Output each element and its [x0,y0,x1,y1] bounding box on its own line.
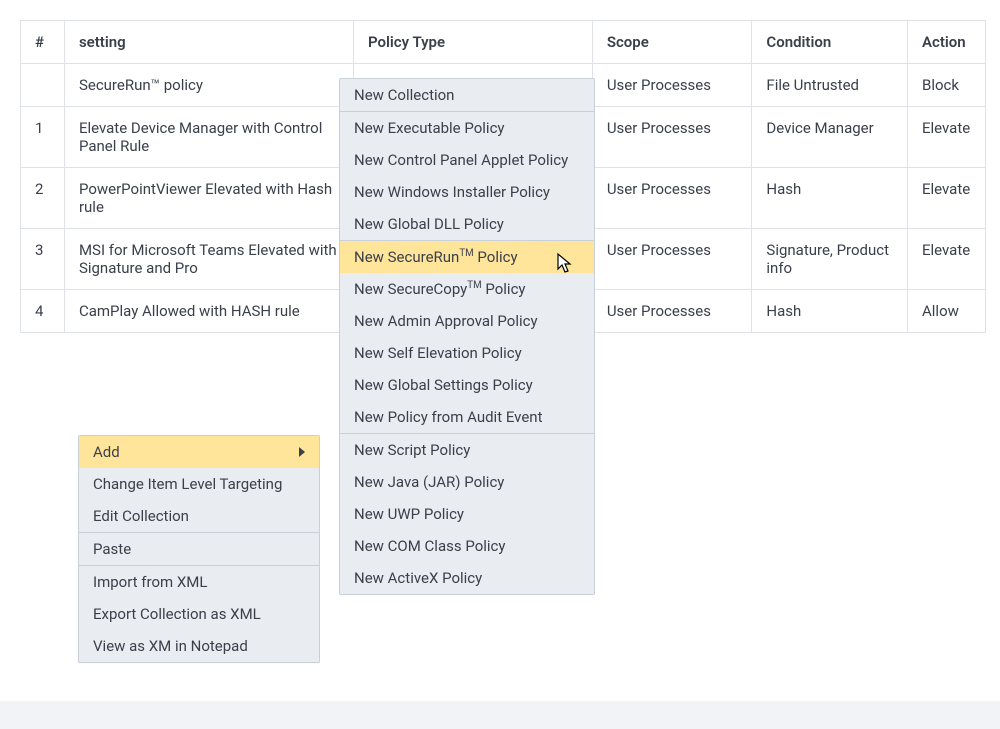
cell-action: Allow [907,290,985,333]
context-menu-item[interactable]: Export Collection as XML [79,598,319,630]
submenu-item[interactable]: New SecureRunTM Policy [340,241,594,273]
cell-scope: User Processes [592,107,752,168]
header-condition: Condition [752,21,908,64]
submenu-item[interactable]: New Global Settings Policy [340,369,594,401]
cell-setting: SecureRun™ policy [64,64,353,107]
cell-condition: Device Manager [752,107,908,168]
context-menu-item[interactable]: Import from XML [79,566,319,598]
cell-num: 3 [21,229,65,290]
submenu-item[interactable]: New Executable Policy [340,112,594,144]
cell-scope: User Processes [592,168,752,229]
cell-condition: Signature, Product info [752,229,908,290]
cell-scope: User Processes [592,290,752,333]
submenu-item-label: New SecureRun [354,248,459,266]
trademark-icon: TM [459,248,473,259]
cell-setting: Elevate Device Manager with Control Pane… [64,107,353,168]
cell-action: Elevate [907,168,985,229]
cell-num [21,64,65,107]
submenu-item[interactable]: New ActiveX Policy [340,562,594,594]
cell-num: 4 [21,290,65,333]
context-menu-item[interactable]: Edit Collection [79,500,319,532]
context-menu-item[interactable]: Add [79,436,319,468]
cell-num: 1 [21,107,65,168]
context-menu-item[interactable]: Change Item Level Targeting [79,468,319,500]
submenu-item[interactable]: New Policy from Audit Event [340,401,594,433]
submenu-item[interactable]: New SecureCopyTM Policy [340,273,594,305]
table-header-row: # setting Policy Type Scope Condition Ac… [21,21,986,64]
cell-action: Block [907,64,985,107]
cell-condition: File Untrusted [752,64,908,107]
cell-condition: Hash [752,290,908,333]
header-scope: Scope [592,21,752,64]
cell-action: Elevate [907,107,985,168]
cell-scope: User Processes [592,64,752,107]
submenu-item[interactable]: New COM Class Policy [340,530,594,562]
submenu-item[interactable]: New Java (JAR) Policy [340,466,594,498]
submenu-item[interactable]: New UWP Policy [340,498,594,530]
submenu-item[interactable]: New Self Elevation Policy [340,337,594,369]
submenu-item[interactable]: New Admin Approval Policy [340,305,594,337]
context-menu-item[interactable]: View as XM in Notepad [79,630,319,662]
submenu-item-label-post: Policy [474,248,518,266]
context-menu: AddChange Item Level TargetingEdit Colle… [78,435,320,663]
cell-setting: PowerPointViewer Elevated with Hash rule [64,168,353,229]
header-num: # [21,21,65,64]
submenu-item[interactable]: New Windows Installer Policy [340,176,594,208]
submenu-item-label: New SecureCopy [354,280,467,298]
submenu-item[interactable]: New Global DLL Policy [340,208,594,240]
footer-bar [0,701,1000,729]
add-submenu: New CollectionNew Executable PolicyNew C… [339,78,595,595]
header-setting: setting [64,21,353,64]
trademark-icon: TM [467,280,481,291]
header-action: Action [907,21,985,64]
header-policy-type: Policy Type [354,21,593,64]
cell-scope: User Processes [592,229,752,290]
cell-setting: CamPlay Allowed with HASH rule [64,290,353,333]
submenu-item-label-post: Policy [482,280,526,298]
cell-action: Elevate [907,229,985,290]
submenu-item[interactable]: New Control Panel Applet Policy [340,144,594,176]
submenu-item[interactable]: New Script Policy [340,434,594,466]
cell-condition: Hash [752,168,908,229]
context-menu-item[interactable]: Paste [79,533,319,565]
submenu-item[interactable]: New Collection [340,79,594,111]
cell-num: 2 [21,168,65,229]
cell-setting: MSI for Microsoft Teams Elevated with Si… [64,229,353,290]
